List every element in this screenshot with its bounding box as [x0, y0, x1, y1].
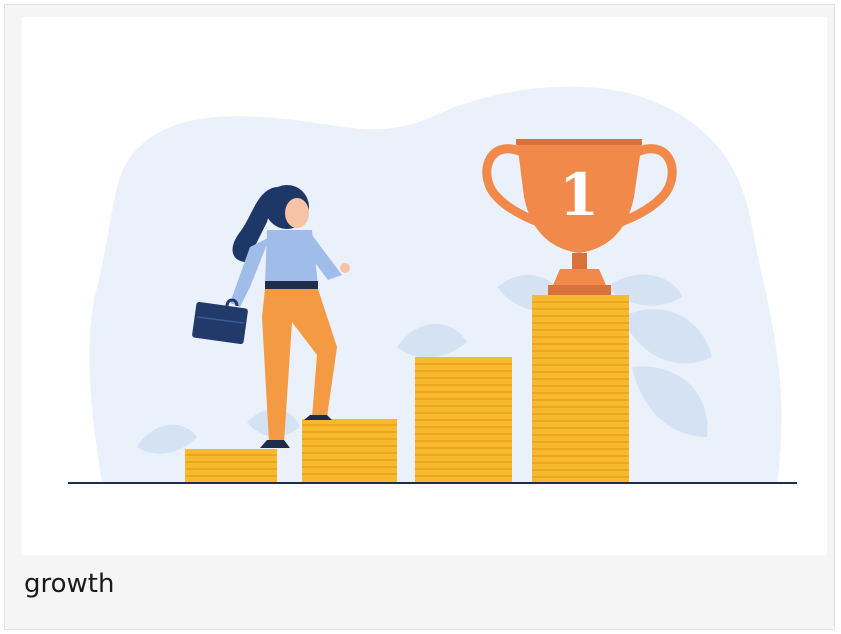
image-card[interactable]: 1 growth	[4, 4, 835, 630]
coin-stack-2	[302, 419, 397, 483]
illustration-svg: 1	[68, 86, 797, 484]
coin-stack-1	[185, 449, 277, 483]
coin-stack-4	[532, 295, 629, 483]
image-caption: growth	[24, 569, 115, 599]
growth-illustration: 1	[22, 17, 827, 555]
coin-stack-3	[415, 357, 512, 483]
trophy-number-label: 1	[559, 161, 599, 229]
